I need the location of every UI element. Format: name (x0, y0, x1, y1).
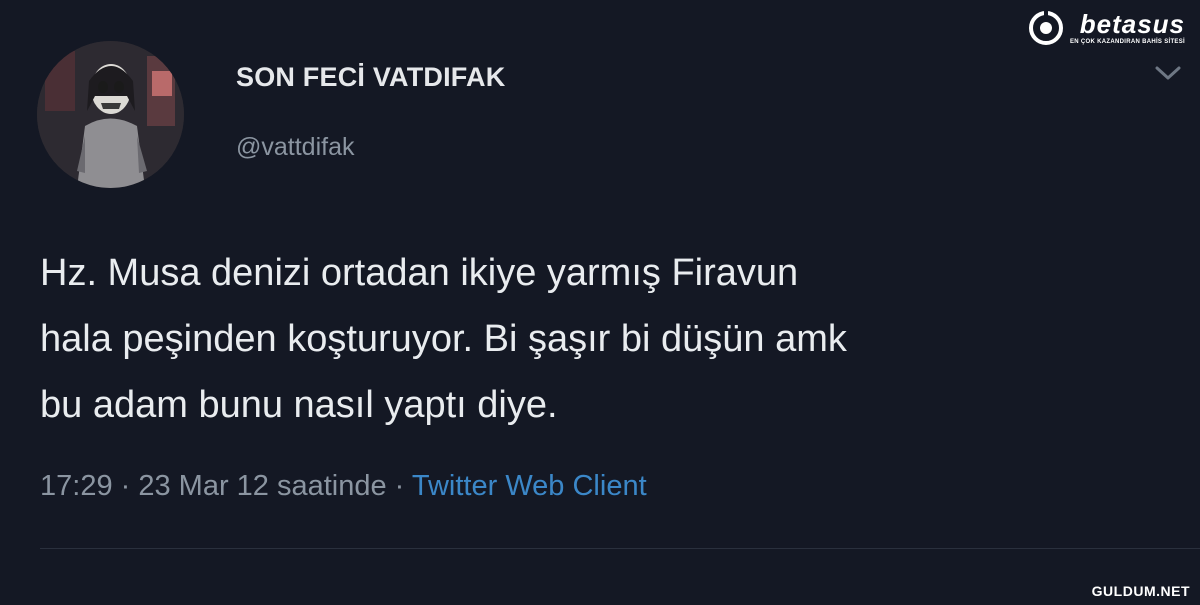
ring-logo-icon (1029, 11, 1063, 45)
client-link[interactable]: Twitter Web Client (412, 470, 647, 502)
chevron-down-icon[interactable] (1154, 64, 1182, 82)
timestamp[interactable]: 17:29 · 23 Mar 12 saatinde · (40, 470, 404, 502)
tweet-text-line: bu adam bunu nasıl yaptı diye. (40, 384, 558, 426)
avatar-image (37, 41, 184, 188)
brand-name: betasus (1079, 8, 1186, 39)
tweet-text-line: hala peşinden koşturuyor. Bi şaşır bi dü… (40, 318, 847, 360)
tweet-meta: 17:29 · 23 Mar 12 saatinde · Twitter Web… (40, 470, 647, 503)
display-name[interactable]: SON FECİ VATDIFAK (236, 62, 505, 93)
tweet-text-line: Hz. Musa denizi ortadan ikiye yarmış Fir… (40, 252, 799, 294)
tweet-text: Hz. Musa denizi ortadan ikiye yarmış Fir… (40, 240, 1195, 438)
user-handle[interactable]: @vattdifak (236, 133, 354, 162)
brand-logo: betasus EN ÇOK KAZANDIRAN BAHİS SİTESİ (1028, 10, 1185, 46)
divider (40, 548, 1200, 549)
brand-tagline: EN ÇOK KAZANDIRAN BAHİS SİTESİ (1070, 38, 1186, 45)
watermark: GULDUM.NET (1091, 583, 1190, 599)
avatar[interactable] (37, 41, 184, 188)
